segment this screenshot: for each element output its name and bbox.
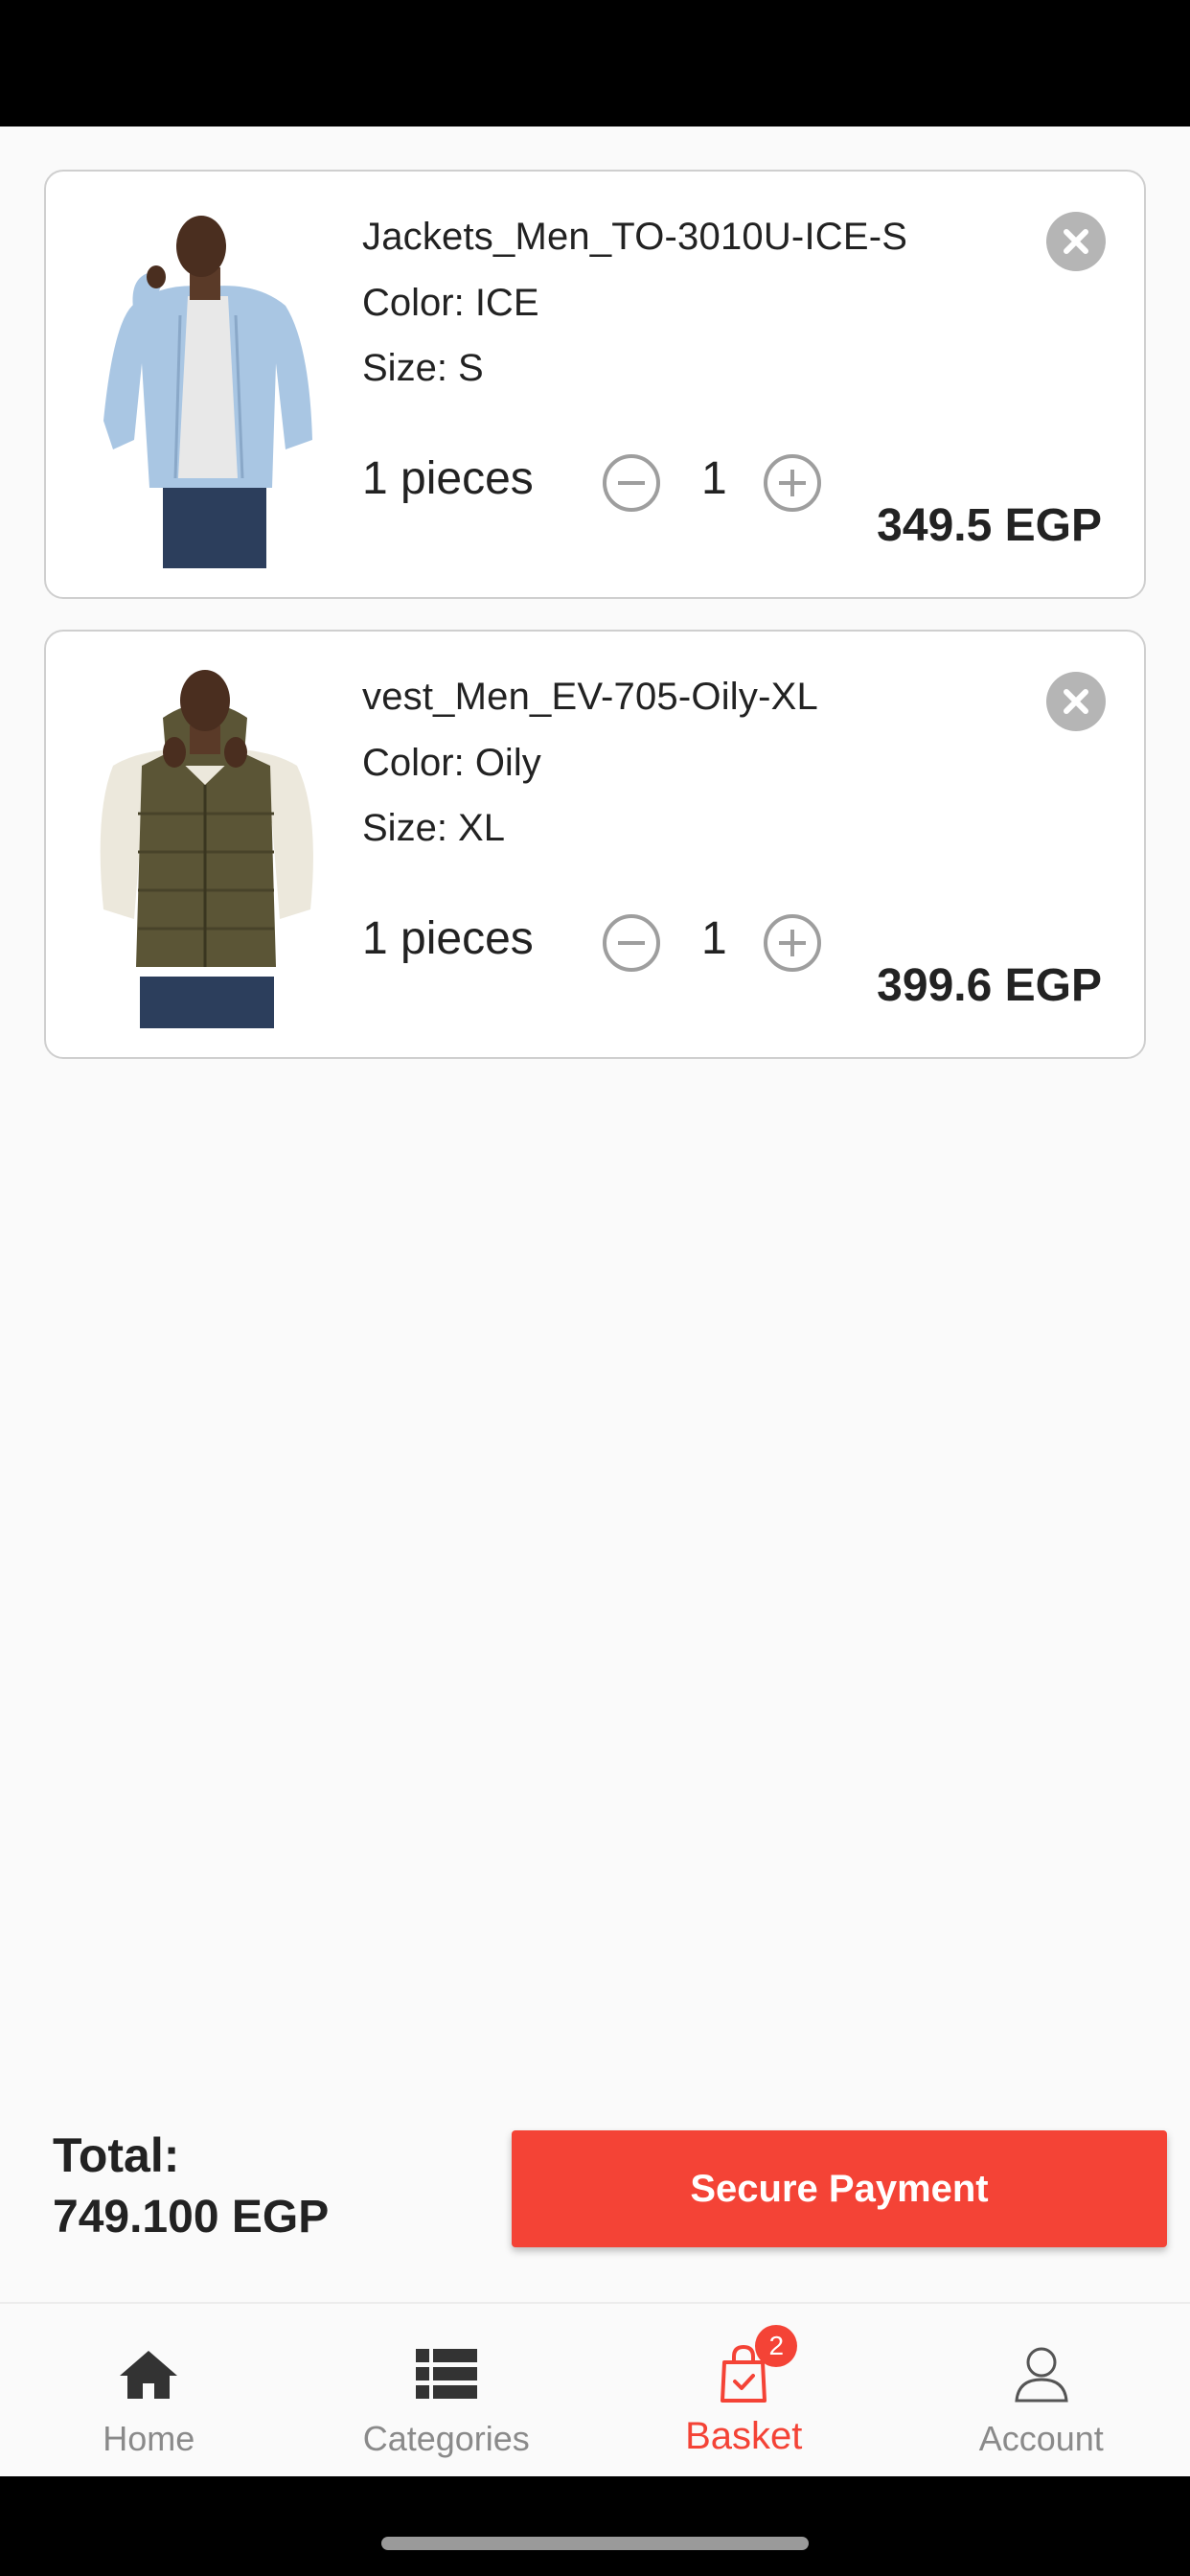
bottom-tab-bar: Home Categories 2 Basket Account	[0, 2302, 1190, 2476]
decrease-quantity-button[interactable]	[602, 453, 661, 513]
plus-circle-icon	[764, 454, 821, 512]
product-size: Size: S	[362, 347, 484, 389]
home-indicator[interactable]	[381, 2537, 809, 2550]
product-name: Jackets_Men_TO-3010U-ICE-S	[362, 216, 908, 258]
close-icon	[1064, 229, 1088, 254]
product-color: Color: ICE	[362, 282, 539, 324]
product-image-vest[interactable]	[75, 660, 335, 1028]
tab-label: Account	[978, 2419, 1104, 2458]
product-image-jacket[interactable]	[75, 200, 335, 568]
quantity-value: 1	[701, 913, 727, 964]
pieces-label: 1 pieces	[362, 913, 534, 964]
total-value: 749.100 EGP	[53, 2192, 330, 2242]
cart-item: Jackets_Men_TO-3010U-ICE-S Color: ICE Si…	[44, 170, 1146, 599]
increase-quantity-button[interactable]	[763, 913, 822, 973]
tab-categories[interactable]: Categories	[298, 2304, 596, 2476]
list-icon	[413, 2342, 480, 2405]
plus-circle-icon	[764, 914, 821, 972]
tab-basket[interactable]: 2 Basket	[595, 2304, 893, 2476]
basket-count-badge: 2	[755, 2325, 798, 2367]
increase-quantity-button[interactable]	[763, 453, 822, 513]
item-price: 349.5 EGP	[877, 500, 1102, 551]
secure-payment-button[interactable]: Secure Payment	[512, 2130, 1167, 2247]
product-color: Color: Oily	[362, 742, 541, 784]
tab-label: Home	[103, 2419, 195, 2458]
cart-item: vest_Men_EV-705-Oily-XL Color: Oily Size…	[44, 630, 1146, 1059]
item-price: 399.6 EGP	[877, 960, 1102, 1011]
status-bar	[0, 0, 1190, 126]
system-nav-bar	[0, 2476, 1190, 2576]
close-icon	[1064, 689, 1088, 714]
remove-item-button[interactable]	[1046, 212, 1106, 271]
quantity-value: 1	[701, 453, 727, 504]
total-label: Total:	[53, 2128, 180, 2182]
product-size: Size: XL	[362, 807, 505, 849]
tab-label: Basket	[685, 2415, 803, 2457]
user-icon	[1008, 2342, 1075, 2405]
decrease-quantity-button[interactable]	[602, 913, 661, 973]
minus-circle-icon	[603, 914, 660, 972]
tab-label: Categories	[362, 2419, 530, 2458]
pieces-label: 1 pieces	[362, 453, 534, 504]
tab-account[interactable]: Account	[893, 2304, 1190, 2476]
tab-home[interactable]: Home	[0, 2304, 298, 2476]
minus-circle-icon	[603, 454, 660, 512]
remove-item-button[interactable]	[1046, 672, 1106, 731]
product-name: vest_Men_EV-705-Oily-XL	[362, 676, 818, 718]
home-icon	[115, 2342, 182, 2405]
